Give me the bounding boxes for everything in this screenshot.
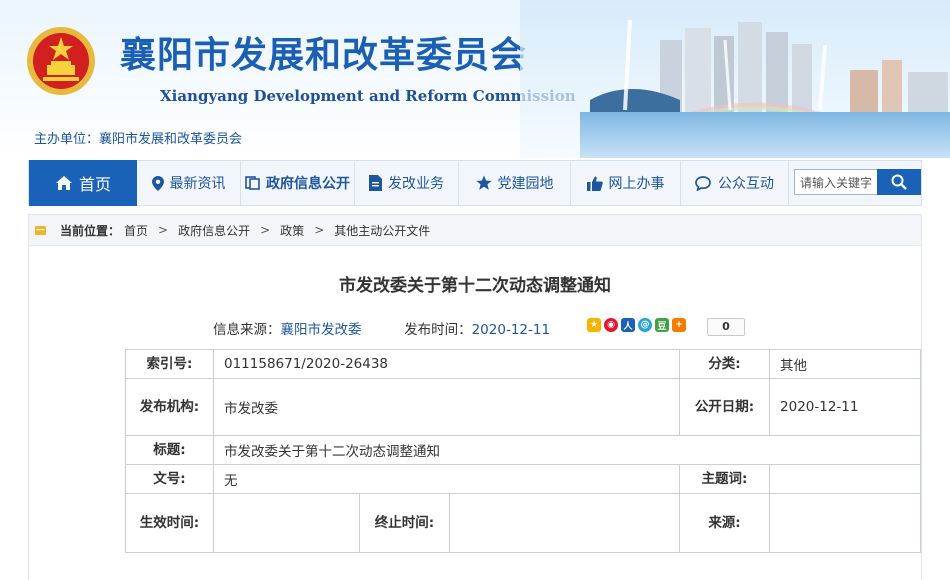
end-value bbox=[448, 493, 681, 553]
date-value: 2020-12-11 bbox=[471, 322, 551, 338]
publisher-value: 市发改委 bbox=[212, 378, 681, 436]
subject-label: 主题词: bbox=[679, 464, 771, 494]
folder-icon bbox=[35, 225, 46, 235]
weibo-share-icon[interactable]: ◉ bbox=[604, 318, 618, 332]
table-row: 生效时间: 终止时间: 来源: bbox=[125, 493, 922, 553]
open-date-value: 2020-12-11 bbox=[769, 378, 922, 436]
main-nav: 首页 最新资讯 政府信息公开 发改业务 党建园地 网上办事 公众互动 请输入关键… bbox=[28, 160, 922, 206]
nav-home-label: 首页 bbox=[78, 175, 111, 194]
doc-no-label: 文号: bbox=[125, 464, 214, 494]
search-icon bbox=[891, 174, 907, 190]
breadcrumb: 当前位置： 首页 > 政府信息公开 > 政策 > 其他主动公开文件 bbox=[29, 215, 921, 246]
nav-gov-info[interactable]: 政府信息公开 bbox=[241, 161, 355, 205]
open-date-label: 公开日期: bbox=[679, 378, 771, 436]
category-label: 分类: bbox=[679, 349, 771, 379]
breadcrumb-separator: > bbox=[158, 223, 169, 237]
table-row: 文号: 无 主题词: bbox=[125, 464, 922, 494]
search-input[interactable]: 请输入关键字 bbox=[794, 169, 878, 195]
source-info-value bbox=[769, 493, 922, 553]
home-icon bbox=[55, 176, 72, 190]
end-label: 终止时间: bbox=[359, 493, 450, 553]
source-info-label: 来源: bbox=[679, 493, 771, 553]
breadcrumb-policy[interactable]: 政策 bbox=[280, 222, 304, 239]
share-count: 0 bbox=[707, 318, 745, 336]
share-bar: ★ ◉ 人 @ 豆 + bbox=[587, 318, 686, 332]
nav-latest-news-label: 最新资讯 bbox=[169, 176, 226, 192]
chat-bubble-icon bbox=[695, 175, 711, 191]
title-label: 标题: bbox=[125, 435, 214, 465]
date-label: 发布时间： bbox=[404, 322, 472, 338]
renren-share-icon[interactable]: 人 bbox=[621, 318, 635, 332]
table-row: 标题: 市发改委关于第十二次动态调整通知 bbox=[125, 435, 922, 465]
douban-share-icon[interactable]: 豆 bbox=[655, 318, 669, 332]
qzone-share-icon[interactable]: ★ bbox=[587, 318, 601, 332]
search-button[interactable] bbox=[877, 169, 921, 195]
nav-public-interaction-label: 公众互动 bbox=[718, 176, 774, 192]
table-row: 索引号: 011158671/2020-26438 分类: 其他 bbox=[125, 349, 922, 379]
site-header: 襄阳市发展和改革委员会 Xiangyang Development and Re… bbox=[0, 0, 950, 158]
thumbs-up-icon bbox=[586, 176, 603, 191]
info-table: 索引号: 011158671/2020-26438 分类: 其他 发布机构: 市… bbox=[125, 349, 922, 553]
sponsor-text: 主办单位：襄阳市发展和改革委员会 bbox=[34, 132, 243, 147]
content-panel: 当前位置： 首页 > 政府信息公开 > 政策 > 其他主动公开文件 市发改委关于… bbox=[28, 214, 922, 580]
title-value: 市发改委关于第十二次动态调整通知 bbox=[212, 435, 922, 465]
breadcrumb-separator: > bbox=[260, 223, 271, 237]
source-label: 信息来源： bbox=[213, 322, 281, 338]
article-meta: 信息来源：襄阳市发改委 发布时间：2020-12-11 bbox=[213, 318, 550, 338]
star-icon bbox=[475, 175, 492, 190]
nav-home[interactable]: 首页 bbox=[29, 160, 137, 206]
source-value: 襄阳市发改委 bbox=[280, 322, 362, 338]
effective-value bbox=[213, 493, 360, 553]
nav-online-service[interactable]: 网上办事 bbox=[571, 161, 681, 205]
file-icon bbox=[369, 175, 382, 191]
nav-party-building-label: 党建园地 bbox=[497, 176, 554, 192]
index-label: 索引号: bbox=[125, 349, 214, 379]
index-value: 011158671/2020-26438 bbox=[212, 349, 681, 379]
nav-public-interaction[interactable]: 公众互动 bbox=[681, 161, 789, 205]
nav-reform-business[interactable]: 发改业务 bbox=[355, 161, 459, 205]
document-stack-icon bbox=[245, 176, 260, 190]
category-value: 其他 bbox=[769, 349, 922, 379]
nav-latest-news[interactable]: 最新资讯 bbox=[137, 161, 241, 205]
location-pin-icon bbox=[151, 175, 164, 191]
effective-label: 生效时间: bbox=[125, 493, 214, 553]
city-skyline-banner bbox=[520, 0, 950, 158]
site-title-en: Xiangyang Development and Reform Commiss… bbox=[160, 87, 576, 105]
breadcrumb-label: 当前位置： bbox=[60, 223, 121, 238]
nav-party-building[interactable]: 党建园地 bbox=[459, 161, 571, 205]
breadcrumb-home[interactable]: 首页 bbox=[124, 222, 148, 239]
national-emblem-icon bbox=[27, 27, 95, 95]
table-row: 发布机构: 市发改委 公开日期: 2020-12-11 bbox=[125, 378, 922, 436]
breadcrumb-other-docs[interactable]: 其他主动公开文件 bbox=[334, 222, 430, 239]
site-title: 襄阳市发展和改革委员会 bbox=[120, 35, 528, 76]
article-title: 市发改委关于第十二次动态调整通知 bbox=[339, 276, 611, 296]
publisher-label: 发布机构: bbox=[125, 378, 214, 436]
subject-value bbox=[769, 464, 922, 494]
breadcrumb-gov-info[interactable]: 政府信息公开 bbox=[178, 222, 250, 239]
doc-no-value: 无 bbox=[212, 464, 681, 494]
tencent-weibo-share-icon[interactable]: @ bbox=[638, 318, 652, 332]
nav-reform-business-label: 发改业务 bbox=[388, 176, 444, 192]
nav-gov-info-label: 政府信息公开 bbox=[266, 176, 350, 192]
more-share-icon[interactable]: + bbox=[672, 318, 686, 332]
breadcrumb-separator: > bbox=[314, 223, 325, 237]
nav-online-service-label: 网上办事 bbox=[608, 176, 665, 192]
